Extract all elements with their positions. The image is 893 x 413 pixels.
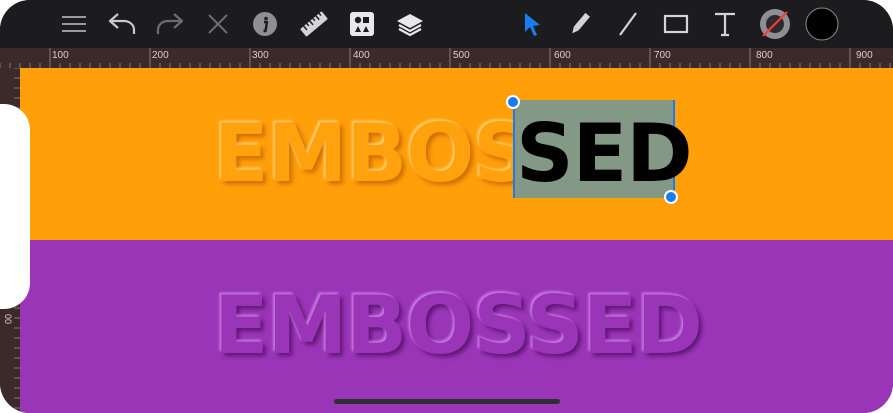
ruler-horizontal: 100 200 300 400 500 600 700 800 900	[0, 48, 893, 68]
info-button[interactable]	[247, 6, 283, 42]
undo-button[interactable]	[104, 6, 140, 42]
ruler-button[interactable]	[296, 6, 332, 42]
ruler-label-vertical: 00	[3, 314, 13, 325]
canvas-purple-layer[interactable]: EMBOSSED	[20, 240, 893, 413]
layers-button[interactable]	[392, 6, 428, 42]
canvas-orange-layer[interactable]: EMBOS SED	[20, 68, 893, 240]
ruler-label-400: 400	[353, 50, 370, 61]
selected-text[interactable]: SED	[516, 114, 693, 194]
info-icon	[253, 12, 277, 36]
delete-button[interactable]	[200, 6, 236, 42]
redo-icon	[156, 13, 184, 34]
device-notch	[0, 104, 30, 309]
pencil-icon	[572, 12, 591, 34]
shapes-button[interactable]	[344, 6, 380, 42]
shapes-icon	[350, 12, 374, 36]
ruler-label-700: 700	[654, 50, 671, 61]
selection-handle-start[interactable]	[506, 95, 520, 109]
stroke-color-button[interactable]	[757, 6, 793, 42]
ruler-label-500: 500	[453, 50, 470, 61]
pencil-tool-button[interactable]	[562, 6, 598, 42]
fill-color-icon	[805, 7, 839, 41]
selection-handle-end[interactable]	[664, 190, 678, 204]
select-tool-button[interactable]	[514, 6, 550, 42]
select-arrow-icon	[525, 13, 540, 36]
line-icon	[619, 12, 637, 36]
redo-button[interactable]	[152, 6, 188, 42]
menu-button[interactable]	[56, 6, 92, 42]
ruler-label-100: 100	[52, 50, 69, 61]
home-indicator[interactable]	[334, 399, 560, 404]
rectangle-icon	[663, 14, 689, 34]
ruler-label-800: 800	[756, 50, 773, 61]
embossed-text-orange[interactable]: EMBOS	[214, 114, 531, 194]
ruler-icon	[300, 11, 328, 37]
toolbar	[0, 0, 893, 48]
menu-icon	[62, 16, 86, 32]
fill-color-button[interactable]	[804, 6, 840, 42]
app-window: 100 200 300 400 500 600 700 800 900 00 E…	[0, 0, 893, 413]
layers-icon	[397, 14, 423, 37]
close-icon	[208, 14, 228, 34]
ruler-label-200: 200	[152, 50, 169, 61]
undo-icon	[108, 13, 136, 34]
embossed-text-purple[interactable]: EMBOSSED	[214, 286, 703, 366]
stroke-color-icon	[760, 9, 790, 39]
text-tool-button[interactable]	[707, 6, 743, 42]
ruler-label-600: 600	[554, 50, 571, 61]
ruler-label-300: 300	[252, 50, 269, 61]
text-icon	[715, 12, 735, 37]
rectangle-tool-button[interactable]	[658, 6, 694, 42]
ruler-label-900: 900	[856, 50, 873, 61]
line-tool-button[interactable]	[610, 6, 646, 42]
